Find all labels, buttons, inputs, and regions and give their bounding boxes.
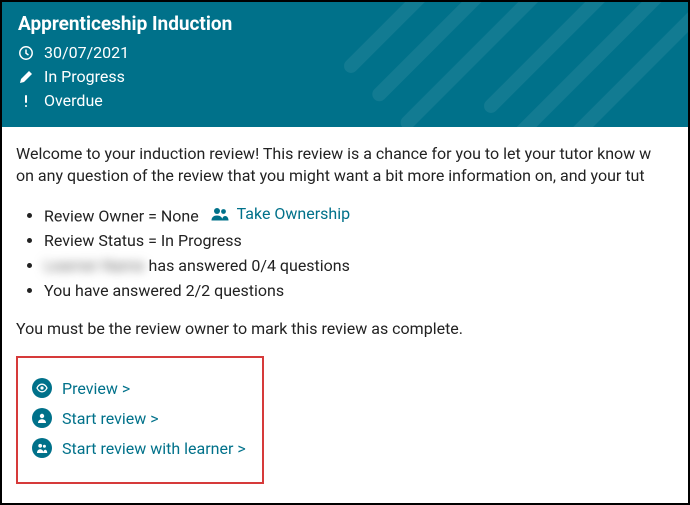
people-icon: [211, 207, 229, 221]
owner-value: None: [161, 206, 199, 225]
intro-line-2: on any question of the review that you m…: [16, 165, 674, 187]
eye-icon: [32, 378, 52, 398]
preview-link[interactable]: Preview >: [32, 378, 248, 398]
learner-answered-item: Learner Name has answered 0/4 questions: [44, 254, 674, 279]
owner-note: You must be the review owner to mark thi…: [16, 319, 674, 338]
learner-answered-text: has answered 0/4 questions: [145, 256, 350, 275]
meta-date-row: 30/07/2021: [18, 41, 672, 65]
pencil-icon: [18, 69, 34, 85]
review-title: Apprenticeship Induction: [18, 12, 672, 35]
owner-label: Review Owner =: [44, 206, 161, 225]
status-list: Review Owner = None Take Ownership Revie: [16, 202, 674, 304]
learner-name-blurred: Learner Name: [44, 254, 145, 279]
take-ownership-link[interactable]: Take Ownership: [211, 202, 351, 227]
people-icon: [32, 438, 52, 458]
review-date: 30/07/2021: [44, 41, 129, 65]
status-value: In Progress: [161, 231, 242, 250]
clock-icon: [18, 45, 34, 61]
intro-text: Welcome to your induction review! This r…: [16, 143, 674, 188]
preview-label: Preview >: [62, 379, 130, 398]
review-header: Apprenticeship Induction 30/07/2021 In P…: [2, 2, 688, 127]
exclamation-icon: [18, 93, 34, 109]
intro-line-1: Welcome to your induction review! This r…: [16, 143, 674, 165]
actions-box: Preview > Start review >: [16, 356, 264, 484]
status-item: Review Status = In Progress: [44, 229, 674, 254]
meta-status-row: In Progress: [18, 65, 672, 89]
start-review-link[interactable]: Start review >: [32, 408, 248, 428]
start-with-learner-label: Start review with learner >: [62, 439, 246, 458]
take-ownership-label: Take Ownership: [237, 202, 351, 227]
you-answered-item: You have answered 2/2 questions: [44, 279, 674, 304]
review-panel: Apprenticeship Induction 30/07/2021 In P…: [0, 0, 690, 505]
review-status: In Progress: [44, 65, 125, 89]
review-content: Welcome to your induction review! This r…: [2, 127, 688, 504]
start-review-label: Start review >: [62, 409, 159, 428]
person-icon: [32, 408, 52, 428]
review-overdue: Overdue: [44, 89, 103, 113]
owner-item: Review Owner = None Take Ownership: [44, 202, 674, 229]
meta-overdue-row: Overdue: [18, 89, 672, 113]
start-with-learner-link[interactable]: Start review with learner >: [32, 438, 248, 458]
status-label: Review Status =: [44, 231, 161, 250]
